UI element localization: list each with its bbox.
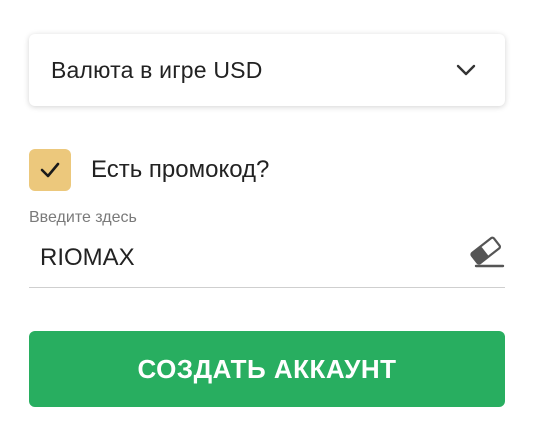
promo-code-input[interactable] — [40, 238, 440, 278]
currency-select[interactable]: Валюта в игре USD — [29, 34, 505, 106]
promo-code-label: Есть промокод? — [91, 156, 270, 183]
checkmark-icon — [40, 162, 60, 178]
promo-input-label: Введите здесь — [29, 209, 137, 226]
create-account-button[interactable]: СОЗДАТЬ АККАУНТ — [29, 331, 505, 407]
promo-code-checkbox[interactable] — [29, 149, 71, 191]
eraser-icon[interactable] — [467, 235, 505, 269]
chevron-down-icon — [455, 59, 477, 81]
currency-select-value: Валюта в игре USD — [51, 56, 263, 83]
registration-form: Валюта в игре USD Есть промокод? Введите… — [0, 0, 540, 423]
promo-code-row: Есть промокод? — [29, 149, 269, 191]
promo-input-field — [29, 234, 505, 288]
